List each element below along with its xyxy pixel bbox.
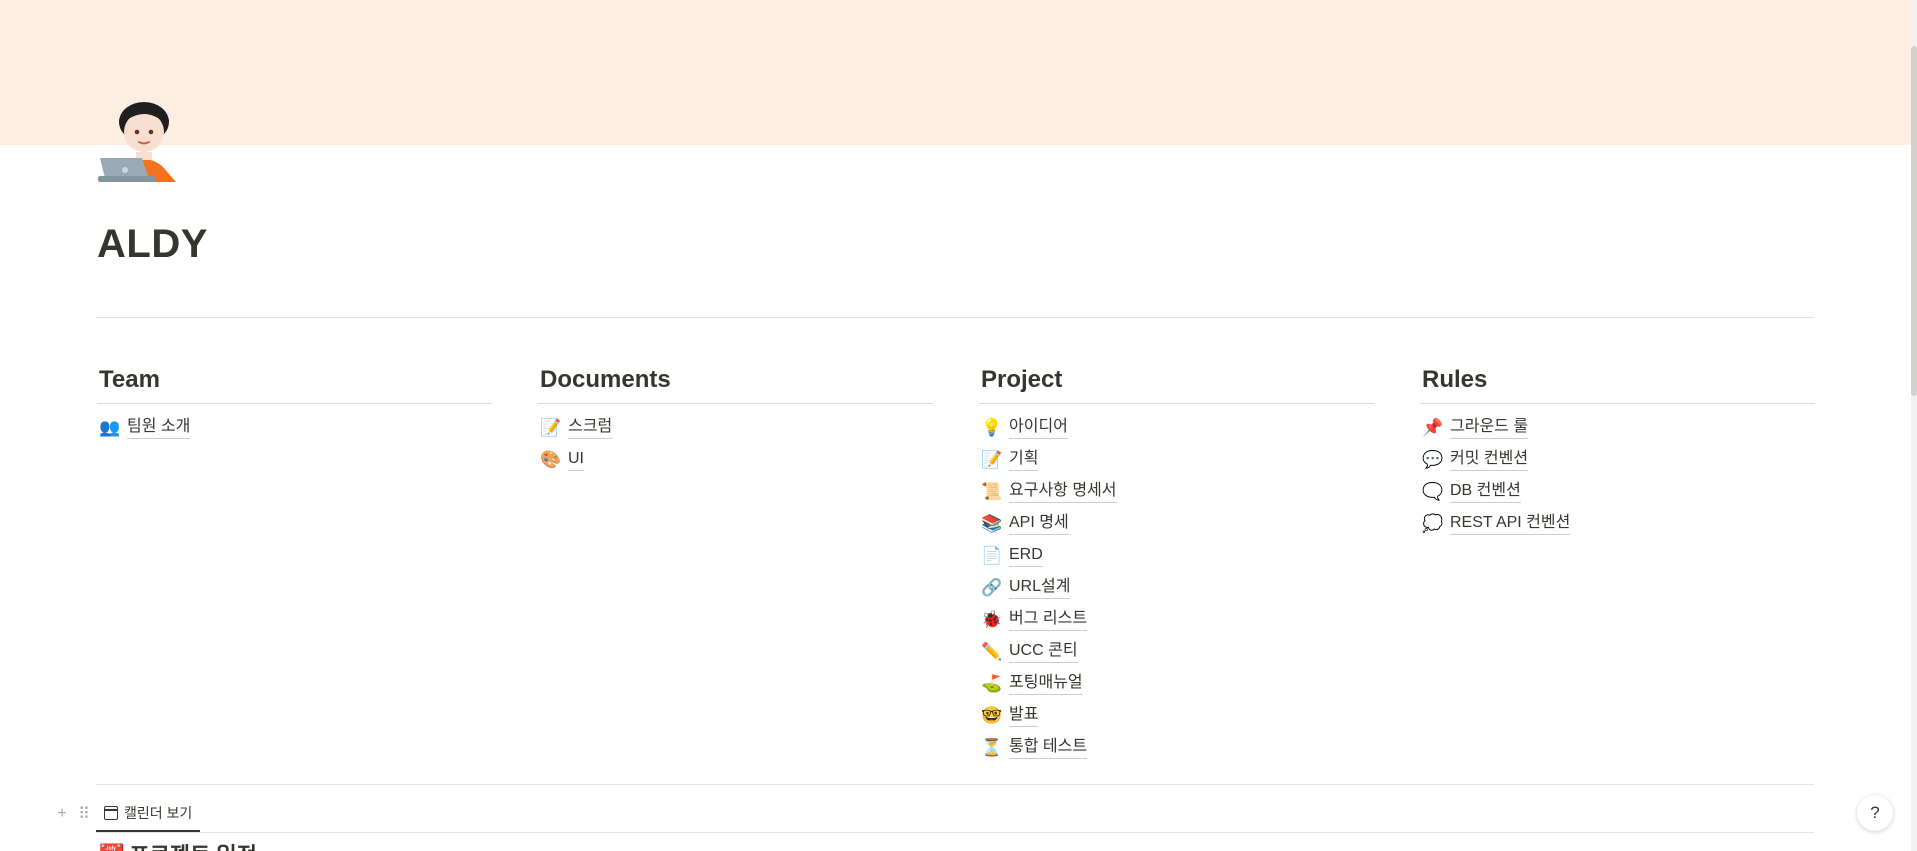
column-team: Team 👥 팀원 소개 bbox=[97, 364, 492, 444]
drag-handle-icon[interactable]: ⠿ bbox=[76, 804, 92, 824]
database-title-text: 프로젝트 일정 bbox=[129, 843, 257, 851]
page-link-label: 포팅매뉴얼 bbox=[1009, 673, 1083, 695]
page-cover bbox=[0, 0, 1917, 145]
page-link-bug-list[interactable]: 🐞 버그 리스트 bbox=[979, 604, 1374, 636]
memo-icon: 📝 bbox=[540, 418, 562, 438]
page-link-label: 기획 bbox=[1009, 449, 1039, 471]
page-link-planning[interactable]: 📝 기획 bbox=[979, 444, 1374, 476]
tab-calendar-view[interactable]: 캘린더 보기 bbox=[96, 796, 201, 832]
column-heading: Team bbox=[97, 364, 492, 404]
light-bulb-icon: 💡 bbox=[981, 418, 1003, 438]
scroll-icon: 📜 bbox=[981, 482, 1003, 502]
people-icon: 👥 bbox=[99, 418, 121, 438]
page-link-label: 커밋 컨벤션 bbox=[1450, 449, 1529, 471]
page-link-requirements[interactable]: 📜 요구사항 명세서 bbox=[979, 476, 1374, 508]
page-link-presentation[interactable]: 🤓 발표 bbox=[979, 700, 1374, 732]
hourglass-icon: ⏳ bbox=[981, 738, 1003, 758]
divider bbox=[96, 317, 1814, 318]
divider bbox=[96, 832, 1814, 833]
page-link-label: 요구사항 명세서 bbox=[1009, 481, 1117, 503]
palette-icon: 🎨 bbox=[540, 450, 562, 470]
block-controls: + ⠿ bbox=[54, 796, 98, 832]
books-icon: 📚 bbox=[981, 514, 1003, 534]
memo-icon: 📝 bbox=[981, 450, 1003, 470]
page-link-label: API 명세 bbox=[1009, 513, 1069, 535]
tab-label: 캘린더 보기 bbox=[124, 805, 193, 821]
pencil-icon: ✏️ bbox=[981, 642, 1003, 662]
add-block-icon[interactable]: + bbox=[54, 805, 70, 823]
person-with-laptop-icon[interactable] bbox=[98, 102, 178, 182]
column-project: Project 💡 아이디어 📝 기획 📜 요구사항 명세서 📚 API 명세 … bbox=[979, 364, 1374, 764]
page-link-label: 버그 리스트 bbox=[1009, 609, 1088, 631]
page-link-idea[interactable]: 💡 아이디어 bbox=[979, 412, 1374, 444]
page-link-scrum[interactable]: 📝 스크럼 bbox=[538, 412, 933, 444]
page-link-db-convention[interactable]: 🗨️ DB 컨벤션 bbox=[1420, 476, 1815, 508]
column-heading: Rules bbox=[1420, 364, 1815, 404]
pushpin-icon: 📌 bbox=[1422, 418, 1444, 438]
speech-balloon-icon: 🗨️ bbox=[1422, 482, 1444, 502]
page-link-rest-api-convention[interactable]: 💭 REST API 컨벤션 bbox=[1420, 508, 1815, 540]
page-icon: 📄 bbox=[981, 546, 1003, 566]
column-heading: Documents bbox=[538, 364, 933, 404]
database-title[interactable]: 📆 프로젝트 일정 bbox=[98, 838, 257, 851]
page-link-label: 그라운드 룰 bbox=[1450, 417, 1529, 439]
page-link-label: 통합 테스트 bbox=[1009, 737, 1088, 759]
speech-bubble-icon: 💬 bbox=[1422, 450, 1444, 470]
page-link-ucc-conti[interactable]: ✏️ UCC 콘티 bbox=[979, 636, 1374, 668]
page-link-label: ERD bbox=[1009, 545, 1043, 567]
page-link-label: DB 컨벤션 bbox=[1450, 481, 1521, 503]
calendar-icon bbox=[104, 806, 118, 820]
page-link-label: 스크럼 bbox=[568, 417, 613, 439]
page-title[interactable]: ALDY bbox=[97, 222, 208, 267]
page-link-label: 아이디어 bbox=[1009, 417, 1068, 439]
page-link-erd[interactable]: 📄 ERD bbox=[979, 540, 1374, 572]
page-link-label: UI bbox=[568, 449, 584, 471]
column-documents: Documents 📝 스크럼 🎨 UI bbox=[538, 364, 933, 476]
golf-flag-icon: ⛳ bbox=[981, 674, 1003, 694]
page-link-integration-test[interactable]: ⏳ 통합 테스트 bbox=[979, 732, 1374, 764]
page-link-url-design[interactable]: 🔗 URL설계 bbox=[979, 572, 1374, 604]
nerd-face-icon: 🤓 bbox=[981, 706, 1003, 726]
bug-icon: 🐞 bbox=[981, 610, 1003, 630]
column-heading: Project bbox=[979, 364, 1374, 404]
column-rules: Rules 📌 그라운드 룰 💬 커밋 컨벤션 🗨️ DB 컨벤션 💭 REST… bbox=[1420, 364, 1815, 540]
page-link-label: 발표 bbox=[1009, 705, 1039, 727]
divider bbox=[96, 784, 1814, 785]
page-link-ui[interactable]: 🎨 UI bbox=[538, 444, 933, 476]
page-link-porting-manual[interactable]: ⛳ 포팅매뉴얼 bbox=[979, 668, 1374, 700]
page-link-ground-rules[interactable]: 📌 그라운드 룰 bbox=[1420, 412, 1815, 444]
calendar-icon: 📆 bbox=[98, 843, 125, 851]
page-link-label: UCC 콘티 bbox=[1009, 641, 1078, 663]
scrollbar-thumb[interactable] bbox=[1911, 46, 1917, 396]
page-link-label: REST API 컨벤션 bbox=[1450, 513, 1571, 535]
page-link-label: 팀원 소개 bbox=[127, 417, 191, 439]
page-link-label: URL설계 bbox=[1009, 577, 1071, 599]
page-link-api-spec[interactable]: 📚 API 명세 bbox=[979, 508, 1374, 540]
page-link-commit-convention[interactable]: 💬 커밋 컨벤션 bbox=[1420, 444, 1815, 476]
help-button[interactable]: ? bbox=[1857, 795, 1893, 831]
page-link-team-members[interactable]: 👥 팀원 소개 bbox=[97, 412, 492, 444]
thought-bubble-icon: 💭 bbox=[1422, 514, 1444, 534]
link-icon: 🔗 bbox=[981, 578, 1003, 598]
